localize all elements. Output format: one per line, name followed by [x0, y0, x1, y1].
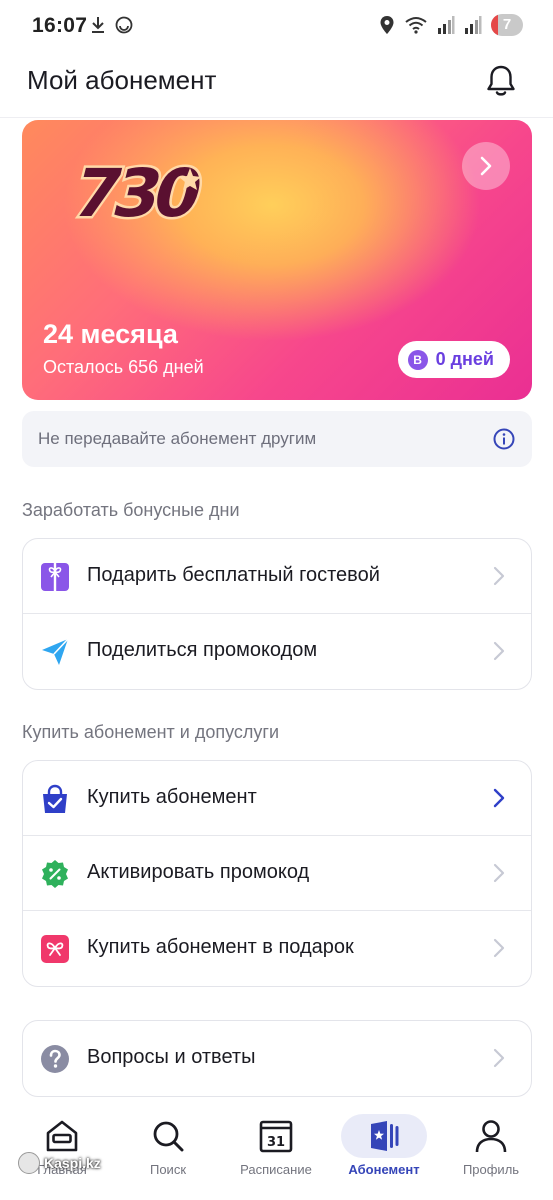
nav-label: Профиль: [462, 1162, 520, 1177]
status-bar: 16:07 7: [0, 0, 553, 52]
chevron-right-icon: [493, 788, 505, 808]
signal-icon: [438, 16, 455, 34]
shopping-bag-icon: [43, 784, 67, 813]
home-icon: [46, 1120, 78, 1152]
chevron-right-icon: [493, 1048, 505, 1068]
watermark-text: Kaspi.kz: [44, 1155, 101, 1171]
bonus-group: Подарить бесплатный гостевой Поделиться …: [22, 538, 532, 690]
search-icon: [153, 1121, 184, 1152]
membership-duration: 24 месяца: [43, 319, 178, 349]
buy-group: Купить абонемент Активировать промокод К…: [22, 760, 532, 987]
notice-text: Не передавайте абонемент другим: [38, 429, 317, 448]
brand-logo: 730: [63, 152, 210, 234]
list-item-label: Активировать промокод: [87, 861, 310, 883]
nav-item-profile[interactable]: Профиль: [441, 1110, 541, 1190]
nav-label: Расписание: [240, 1162, 312, 1177]
transfer-notice: Не передавайте абонемент другим: [22, 411, 532, 467]
calendar-day: 31: [267, 1135, 285, 1150]
list-item-buy-gift-membership[interactable]: Купить абонемент в подарок: [23, 911, 531, 986]
gift-icon: [41, 563, 69, 591]
faq-group: Вопросы и ответы: [22, 1020, 532, 1097]
days-remaining: Осталось 656 дней: [43, 357, 204, 377]
list-item-label: Подарить бесплатный гостевой: [87, 564, 380, 586]
nav-label: Абонемент: [348, 1162, 420, 1177]
list-item-buy-membership[interactable]: Купить абонемент: [23, 761, 531, 836]
percent-badge-icon: [42, 860, 68, 888]
brand-logo-text: 730: [66, 155, 208, 232]
bottom-nav: Главная Поиск 31 Расписание Абонемент Пр…: [0, 1100, 553, 1200]
nav-label: Поиск: [149, 1162, 187, 1177]
bonus-days-value: 0 дней: [435, 349, 494, 369]
app-header: Мой абонемент: [0, 52, 553, 118]
bell-icon[interactable]: [483, 63, 519, 99]
sync-icon: [115, 16, 133, 34]
status-time: 16:07: [32, 14, 88, 37]
question-icon: [41, 1045, 69, 1073]
wifi-icon: [405, 17, 427, 34]
section-title-bonus: Заработать бонусные дни: [22, 500, 240, 520]
status-right-icons: 7: [379, 14, 523, 36]
profile-icon: [475, 1120, 507, 1153]
card-details-button[interactable]: [462, 142, 510, 190]
list-item-label: Вопросы и ответы: [87, 1046, 256, 1068]
page-title: Мой абонемент: [27, 65, 217, 95]
watermark-logo-icon: [18, 1152, 40, 1174]
nav-active-indicator: [341, 1114, 427, 1158]
nav-item-search[interactable]: Поиск: [118, 1110, 218, 1190]
list-item-label: Купить абонемент в подарок: [87, 936, 354, 958]
section-title-buy: Купить абонемент и допуслуги: [22, 722, 280, 742]
send-icon: [42, 638, 69, 665]
chevron-right-icon: [493, 863, 505, 883]
chevron-right-icon: [480, 156, 492, 176]
bonus-days-pill[interactable]: B 0 дней: [397, 341, 510, 378]
chevron-right-icon: [493, 641, 505, 661]
bonus-badge-icon: B: [407, 349, 428, 370]
watermark: Kaspi.kz: [18, 1152, 101, 1174]
nav-item-schedule[interactable]: 31 Расписание: [226, 1110, 326, 1190]
list-item-label: Купить абонемент: [87, 786, 257, 808]
nav-item-membership[interactable]: Абонемент: [334, 1110, 434, 1190]
calendar-icon: 31: [259, 1120, 293, 1153]
battery-icon: 7: [491, 14, 523, 36]
info-icon[interactable]: [493, 428, 515, 450]
list-item-label: Поделиться промокодом: [87, 639, 318, 661]
list-item-share-promocode[interactable]: Поделиться промокодом: [23, 614, 531, 689]
battery-level: 7: [502, 16, 512, 33]
status-left-icons: [90, 15, 134, 35]
membership-card[interactable]: 730 24 месяца Осталось 656 дней B 0 дней: [22, 120, 532, 400]
list-item-faq[interactable]: Вопросы и ответы: [23, 1021, 531, 1096]
gift-bow-icon: [41, 935, 69, 963]
nav-item-home[interactable]: Главная: [12, 1110, 112, 1190]
list-item-gift-guest[interactable]: Подарить бесплатный гостевой: [23, 539, 531, 614]
chevron-right-icon: [493, 938, 505, 958]
download-icon: [92, 17, 104, 33]
location-icon: [380, 16, 394, 34]
list-item-activate-promocode[interactable]: Активировать промокод: [23, 836, 531, 911]
chevron-right-icon: [493, 566, 505, 586]
membership-card-icon: [371, 1121, 399, 1151]
signal-icon-2: [465, 16, 482, 34]
